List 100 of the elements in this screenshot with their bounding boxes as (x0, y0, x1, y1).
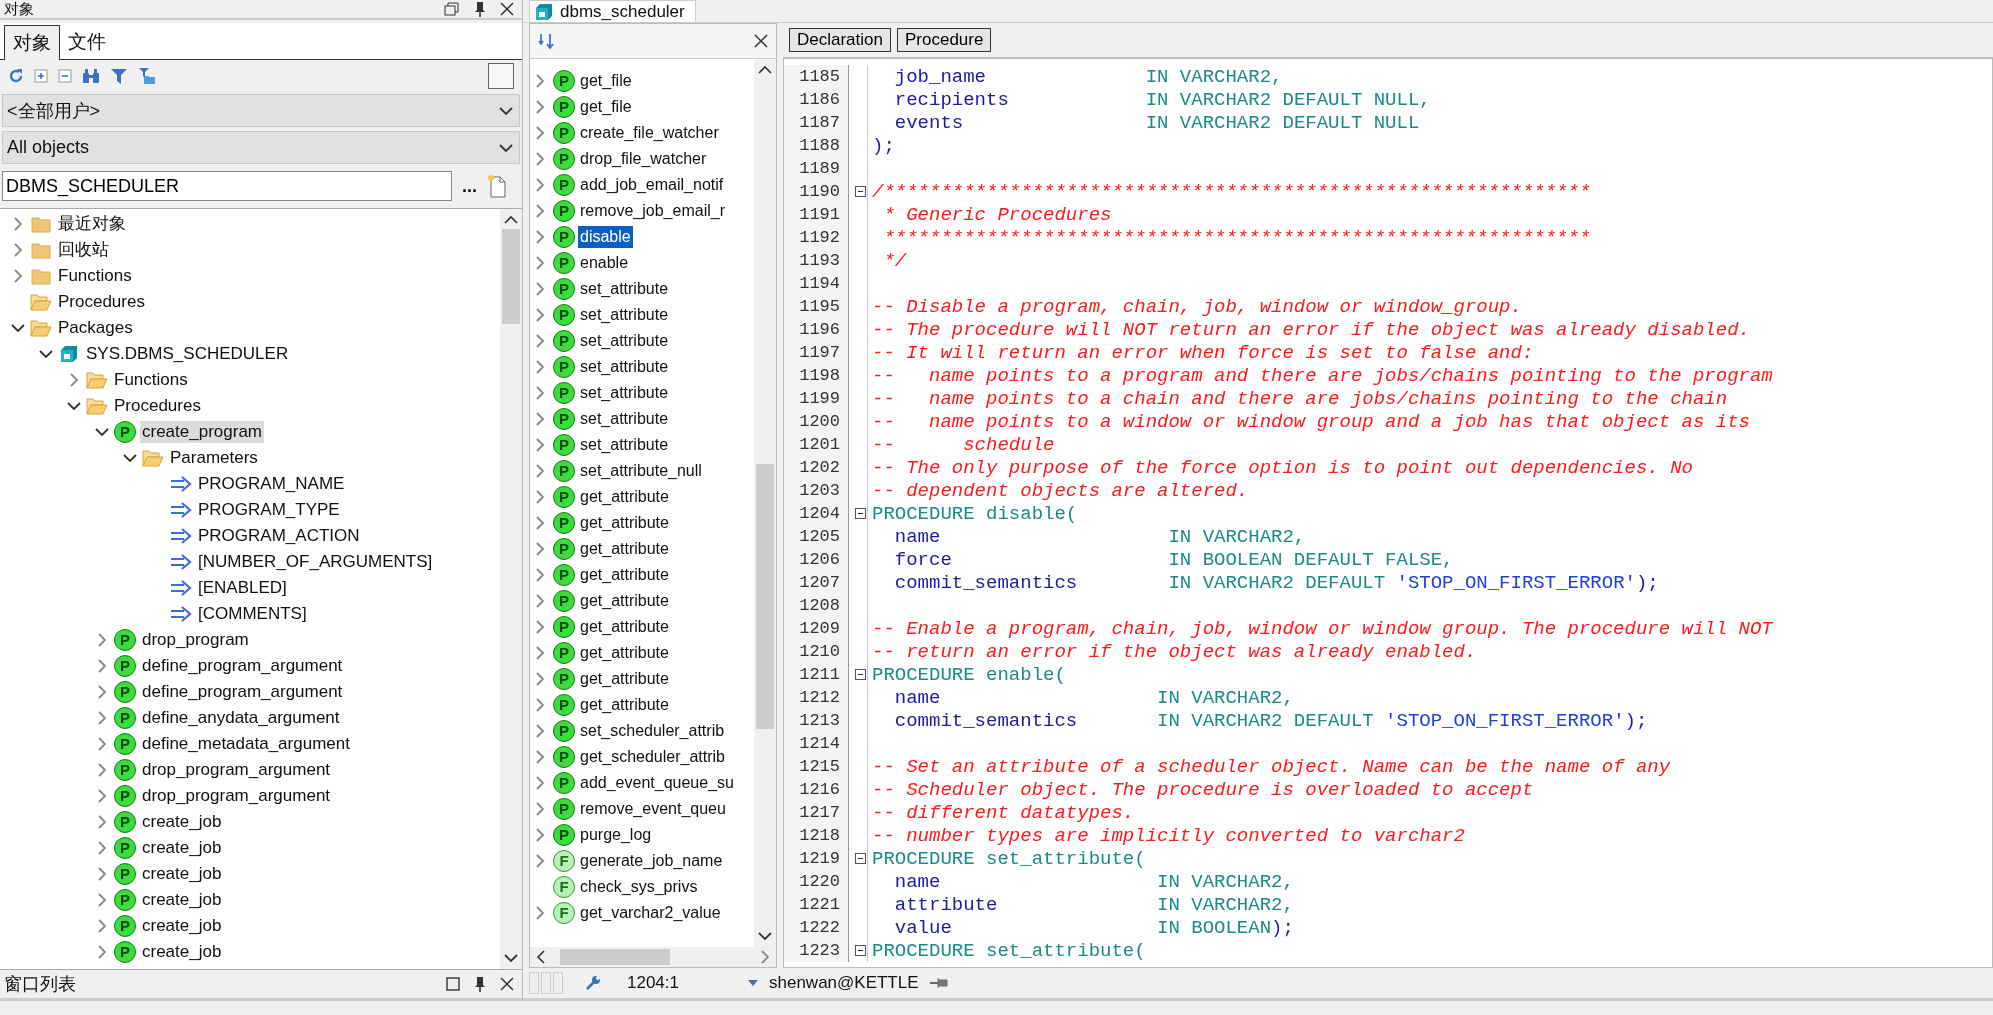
tree-item[interactable]: define_program_argument (140, 655, 345, 677)
chevron-right-icon[interactable] (535, 152, 545, 166)
chevron-right-icon[interactable] (535, 204, 545, 218)
pin-icon[interactable] (474, 1, 486, 17)
chevron-down-icon[interactable] (499, 142, 513, 153)
tree-item[interactable]: PROGRAM_ACTION (196, 525, 362, 547)
chevron-right-icon[interactable] (97, 893, 107, 907)
caret-icon[interactable] (747, 979, 759, 987)
tree-item[interactable]: drop_program_argument (140, 785, 333, 807)
outline-item[interactable]: get_attribute (578, 564, 671, 586)
chevron-right-icon[interactable] (535, 126, 545, 140)
chevron-down-icon[interactable] (67, 401, 81, 411)
tree-item[interactable]: Parameters (168, 447, 260, 469)
binoculars-icon[interactable] (82, 68, 100, 84)
tree-item[interactable]: create_job (140, 863, 224, 885)
outline-item[interactable]: purge_log (578, 824, 654, 846)
chevron-right-icon[interactable] (535, 412, 545, 426)
chevron-left-icon[interactable] (536, 950, 546, 964)
tree-item[interactable]: PROGRAM_NAME (196, 473, 347, 495)
chevron-down-icon[interactable] (499, 105, 513, 116)
outline-item[interactable]: set_attribute (578, 278, 671, 300)
tab[interactable]: 对象 (4, 25, 60, 60)
chevron-right-icon[interactable] (97, 763, 107, 777)
fold-icon[interactable] (854, 945, 866, 956)
tree-item[interactable]: drop_program_argument (140, 759, 333, 781)
tree-item[interactable]: [COMMENTS] (196, 603, 309, 625)
minus-box-icon[interactable] (58, 69, 72, 83)
outline-item[interactable]: add_job_email_notif (578, 174, 726, 196)
chevron-right-icon[interactable] (535, 646, 545, 660)
tree-item[interactable]: SYS.DBMS_SCHEDULER (84, 343, 291, 365)
outline-item[interactable]: get_file (578, 70, 634, 92)
refresh-icon[interactable] (8, 68, 24, 84)
chevron-right-icon[interactable] (535, 490, 545, 504)
outline-item[interactable]: check_sys_privs (578, 876, 700, 898)
tree-item[interactable]: define_metadata_argument (140, 733, 352, 755)
chevron-right-icon[interactable] (535, 256, 545, 270)
chevron-up-icon[interactable] (758, 65, 772, 75)
chevron-right-icon[interactable] (97, 685, 107, 699)
close-icon[interactable] (754, 34, 768, 48)
chevron-down-icon[interactable] (123, 453, 137, 463)
chevron-right-icon[interactable] (535, 100, 545, 114)
outline-item[interactable]: add_event_queue_su (578, 772, 736, 794)
chevron-right-icon[interactable] (97, 815, 107, 829)
restore-icon[interactable] (444, 2, 460, 16)
tree-item[interactable]: 最近对象 (56, 213, 128, 235)
outline-item[interactable]: remove_job_email_r (578, 200, 727, 222)
tree-item[interactable]: Functions (56, 265, 134, 287)
close-icon[interactable] (500, 2, 514, 16)
chevron-right-icon[interactable] (535, 750, 545, 764)
chevron-right-icon[interactable] (760, 950, 770, 964)
tree-item[interactable]: Functions (112, 369, 190, 391)
chevron-right-icon[interactable] (535, 698, 545, 712)
tab[interactable]: 文件 (60, 25, 114, 59)
funnel-icon[interactable] (110, 67, 128, 85)
browse-button[interactable]: ... (458, 175, 481, 197)
outline-item[interactable]: set_attribute (578, 382, 671, 404)
chevron-down-icon[interactable] (11, 323, 25, 333)
filter-field[interactable]: DBMS_SCHEDULER (2, 171, 452, 201)
outline-item[interactable]: set_attribute (578, 356, 671, 378)
outline-item[interactable]: set_attribute (578, 330, 671, 352)
outline-item[interactable]: set_attribute (578, 434, 671, 456)
chevron-down-icon[interactable] (39, 349, 53, 359)
tree-item[interactable]: Procedures (56, 291, 147, 313)
chevron-right-icon[interactable] (535, 672, 545, 686)
chevron-right-icon[interactable] (535, 230, 545, 244)
scrollbar[interactable] (500, 209, 522, 969)
outline-item[interactable]: get_attribute (578, 642, 671, 664)
sort-icon[interactable] (538, 32, 556, 50)
chevron-right-icon[interactable] (535, 438, 545, 452)
outline-item[interactable]: remove_event_queu (578, 798, 728, 820)
view-button[interactable]: Procedure (897, 28, 992, 52)
chevron-right-icon[interactable] (535, 568, 545, 582)
outline-item[interactable]: create_file_watcher (578, 122, 721, 144)
chevron-right-icon[interactable] (97, 633, 107, 647)
tree-item[interactable]: [ENABLED] (196, 577, 289, 599)
chevron-right-icon[interactable] (535, 724, 545, 738)
square-button[interactable] (488, 63, 514, 89)
chevron-right-icon[interactable] (535, 906, 545, 920)
pin-icon[interactable] (474, 976, 486, 992)
chevron-down-icon[interactable] (504, 953, 518, 963)
chevron-right-icon[interactable] (535, 334, 545, 348)
outline-item[interactable]: get_scheduler_attrib (578, 746, 727, 768)
chevron-right-icon[interactable] (535, 542, 545, 556)
unpin-icon[interactable] (928, 977, 949, 989)
chevron-right-icon[interactable] (13, 269, 23, 283)
chevron-right-icon[interactable] (535, 386, 545, 400)
close-icon[interactable] (500, 977, 514, 991)
chevron-right-icon[interactable] (535, 594, 545, 608)
dropdown[interactable]: All objects (2, 131, 520, 164)
scrollbar[interactable] (530, 947, 776, 967)
chevron-up-icon[interactable] (504, 215, 518, 225)
view-button[interactable]: Declaration (789, 28, 891, 52)
scroll-thumb[interactable] (756, 464, 774, 729)
outline-item[interactable]: disable (578, 226, 633, 248)
outline-item[interactable]: get_file (578, 96, 634, 118)
chevron-right-icon[interactable] (535, 360, 545, 374)
chevron-right-icon[interactable] (535, 776, 545, 790)
tree-item[interactable]: create_job (140, 889, 224, 911)
tree-item[interactable]: PROGRAM_TYPE (196, 499, 342, 521)
outline-item[interactable]: drop_file_watcher (578, 148, 709, 170)
